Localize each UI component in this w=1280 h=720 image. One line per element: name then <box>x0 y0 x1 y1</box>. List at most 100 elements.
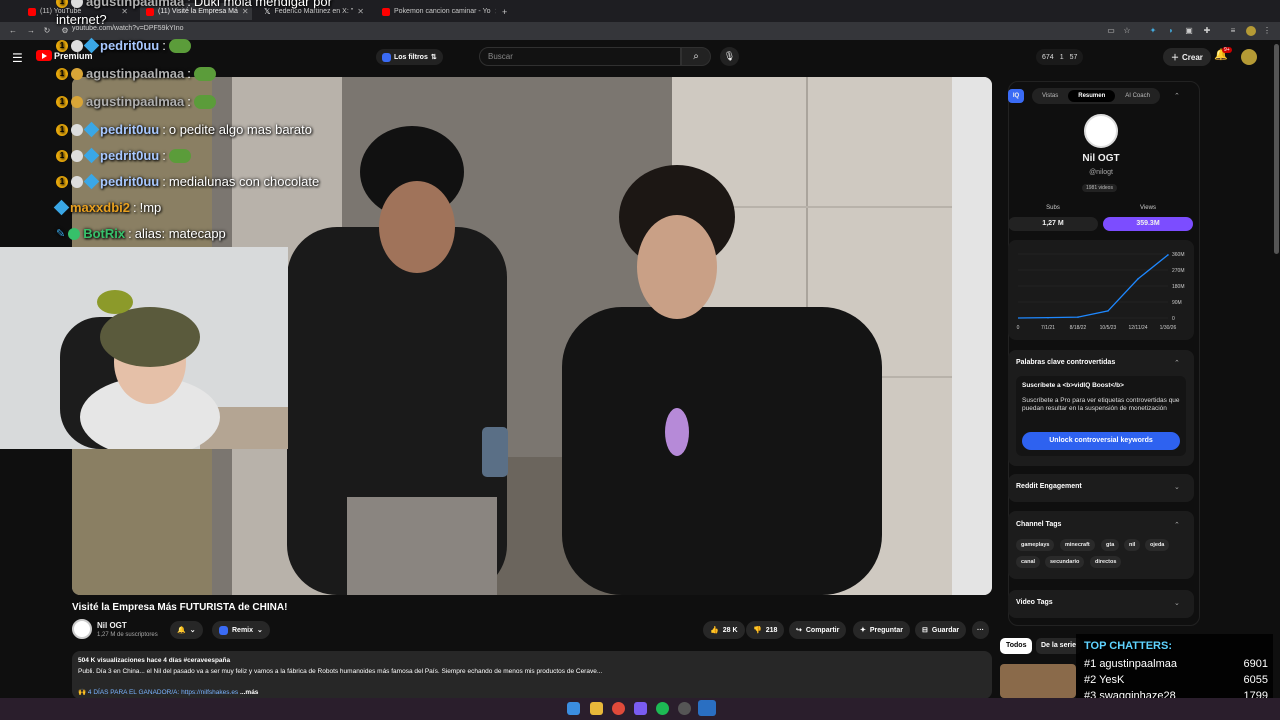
chat-text: internet? <box>56 12 107 27</box>
create-button[interactable]: ＋ Crear <box>1163 48 1211 66</box>
collapse-chevron-icon[interactable]: ⌃ <box>1174 92 1180 100</box>
subs-toggle[interactable]: 1,27 M <box>1008 217 1098 231</box>
remix-button[interactable]: Remix ⌄ <box>212 621 270 639</box>
vidiq-logo[interactable]: IQ <box>1008 89 1024 103</box>
extension-icon[interactable]: ▣ <box>1184 26 1194 36</box>
channel-tags-title: Channel Tags <box>1016 521 1062 528</box>
bookmark-star-icon[interactable]: ☆ <box>1122 26 1132 36</box>
pepe-emote-icon <box>168 38 191 53</box>
file-explorer-icon[interactable] <box>590 702 603 715</box>
extensions-puzzle-icon[interactable]: ✚ <box>1202 26 1212 36</box>
steam-icon[interactable] <box>698 700 716 716</box>
pepe-emote-icon <box>193 66 216 81</box>
sub-badge-icon: 1 <box>56 0 68 8</box>
expand-chevron-icon[interactable]: ⌄ <box>1174 483 1180 491</box>
subscribed-bell-button[interactable]: 🔔 ⌄ <box>170 621 203 639</box>
promo-link[interactable]: 🙌 4 DÍAS PARA EL GANADOR/A: https://nilf… <box>78 689 238 696</box>
bot-badge-icon <box>68 227 81 240</box>
channel-avatar-large <box>1084 114 1118 148</box>
vidiq-channel-handle: @nilogt <box>1089 169 1113 176</box>
channel-tag[interactable]: gameplays <box>1016 539 1055 551</box>
wrench-badge-icon: ✎ <box>56 228 66 240</box>
remix-label: Remix <box>232 626 254 634</box>
views-toggle[interactable]: 359.3M <box>1103 217 1193 231</box>
dislike-count: 218 <box>765 626 778 634</box>
share-button[interactable]: ↪ Compartir <box>789 621 847 639</box>
channel-name[interactable]: Nil OGT <box>97 621 127 630</box>
new-tab-button[interactable]: + <box>496 3 510 20</box>
profile-avatar-icon[interactable] <box>1246 26 1256 36</box>
recommended-video-thumbnail[interactable] <box>1000 664 1076 698</box>
views-data-point <box>1107 310 1109 312</box>
extension-icon[interactable]: ◗ <box>1166 26 1176 36</box>
browser-menu-icon[interactable]: ⋮ <box>1262 26 1272 36</box>
chat-username: pedrit0uu <box>100 38 160 53</box>
channel-tag[interactable]: canal <box>1016 556 1041 568</box>
save-button[interactable]: ⊟ Guardar <box>915 621 967 639</box>
chat-message: ✎ BotRix: alias: matecapp <box>56 226 226 241</box>
chat-message: 1 agustinpaalmaa: <box>56 94 216 109</box>
chrome-icon[interactable] <box>612 702 625 715</box>
menu-icon[interactable]: ☰ <box>12 51 23 65</box>
tab-ai-coach[interactable]: AI Coach <box>1115 90 1160 102</box>
browser-tab[interactable]: Pokemon cancion caminar - Yo✕ <box>376 3 496 20</box>
stat-b: 1 <box>1059 53 1064 61</box>
more-actions-button[interactable]: ··· <box>972 621 989 639</box>
extension-icon[interactable]: ✦ <box>1148 26 1158 36</box>
chevron-down-icon: ⌄ <box>257 627 263 634</box>
youtube-favicon-icon <box>28 7 36 16</box>
x-tick-label: 1/30/26 <box>1160 325 1177 331</box>
forward-icon[interactable]: → <box>26 26 36 36</box>
start-icon[interactable] <box>567 702 580 715</box>
filter-chip-all[interactable]: Todos <box>1000 638 1033 654</box>
collapse-chevron-icon[interactable]: ⌃ <box>1174 359 1180 367</box>
search-button[interactable]: ⌕ <box>681 47 711 66</box>
voice-search-button[interactable]: 🎙 <box>720 47 739 66</box>
chat-username: maxxdbi2 <box>70 200 130 215</box>
x-tick-label: 12/11/24 <box>1128 325 1147 331</box>
filter-chip-series[interactable]: De la serie <box>1036 638 1082 654</box>
chat-username: agustinpaalmaa <box>86 66 185 81</box>
tab-resumen[interactable]: Resumen <box>1068 90 1116 102</box>
channel-avatar[interactable] <box>72 619 92 639</box>
discord-icon[interactable] <box>634 702 647 715</box>
badge-icon <box>71 149 83 162</box>
channel-tag[interactable]: minecraft <box>1060 539 1095 551</box>
bell-icon: 🔔 <box>177 627 186 634</box>
channel-tag[interactable]: secundario <box>1045 556 1085 568</box>
chat-message: 1 agustinpaalmaa: Duki mola mendigar por <box>56 0 332 9</box>
unlock-keywords-button[interactable]: Unlock controversial keywords <box>1022 432 1180 450</box>
user-avatar[interactable] <box>1241 49 1257 65</box>
sub-badge-icon: 1 <box>56 149 68 162</box>
scrollbar-thumb[interactable] <box>1274 44 1279 254</box>
filters-button[interactable]: Los filtros ⇅ <box>376 49 443 65</box>
youtube-logo-icon[interactable] <box>36 50 52 61</box>
channel-tag[interactable]: ojeda <box>1145 539 1170 551</box>
sub-badge-icon: 1 <box>56 123 68 136</box>
ask-button[interactable]: ✦ Preguntar <box>853 621 910 639</box>
search-input[interactable]: Buscar <box>479 47 681 66</box>
chat-username: agustinpaalmaa <box>86 94 185 109</box>
media-icon[interactable]: ≡ <box>1228 26 1238 36</box>
dislike-button[interactable]: 👎 218 <box>746 621 785 639</box>
vidiq-stats[interactable]: 674 1 57 <box>1036 49 1084 65</box>
expand-chevron-icon[interactable]: ⌄ <box>1174 599 1180 607</box>
reload-icon[interactable]: ↻ <box>42 26 52 36</box>
tab-vistas[interactable]: Vistas <box>1032 90 1068 102</box>
sub-badge-icon: 1 <box>56 67 68 80</box>
views-data-point <box>1047 316 1049 319</box>
like-count: 28 K <box>722 626 738 634</box>
cast-icon[interactable]: ▭ <box>1106 26 1116 36</box>
channel-tag[interactable]: directos <box>1090 556 1122 568</box>
like-button[interactable]: 👍 28 K <box>703 621 745 639</box>
back-icon[interactable]: ← <box>8 26 18 36</box>
collapse-chevron-icon[interactable]: ⌃ <box>1174 521 1180 529</box>
spotify-icon[interactable] <box>656 702 669 715</box>
app-icon[interactable] <box>678 702 691 715</box>
share-label: Compartir <box>805 626 840 634</box>
channel-tag[interactable]: gta <box>1101 539 1120 551</box>
diamond-badge-icon <box>83 121 100 138</box>
channel-tag[interactable]: nil <box>1124 539 1141 551</box>
chat-username: pedrit0uu <box>100 174 160 189</box>
show-more-link[interactable]: ...más <box>240 689 258 696</box>
